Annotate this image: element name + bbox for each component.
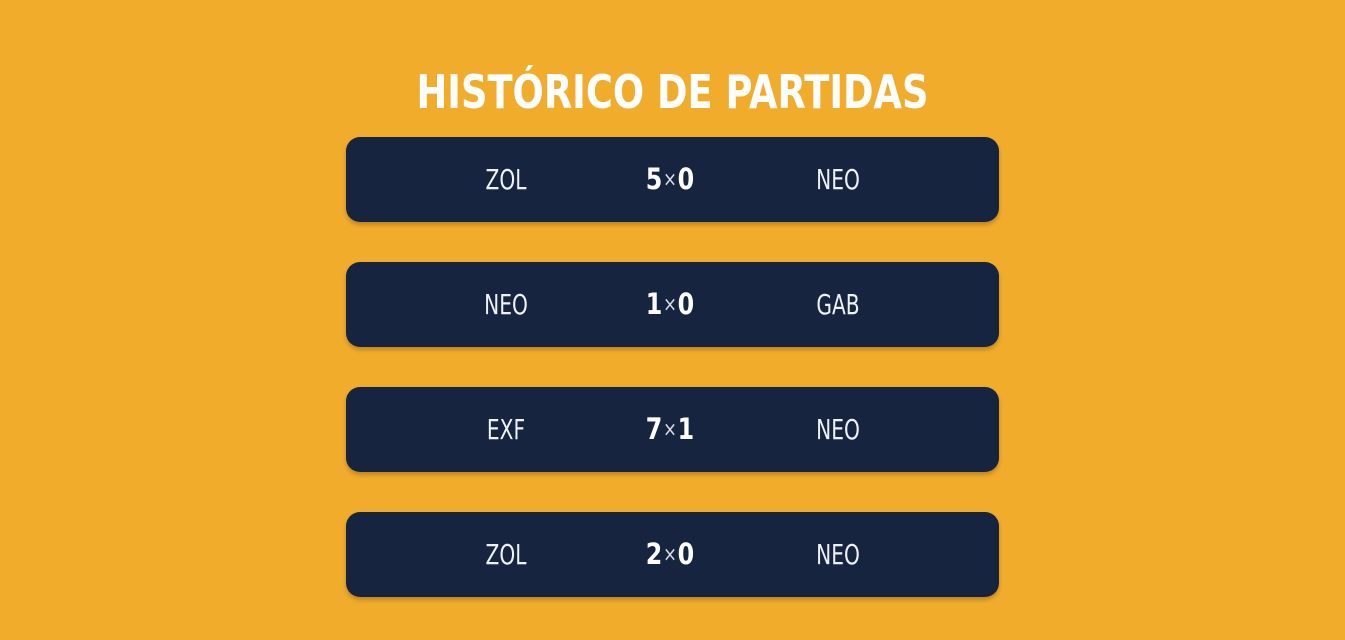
match-card[interactable]: NEO 1×0 GAB: [346, 262, 999, 347]
home-team: EXF: [486, 413, 526, 446]
match-list: ZOL 5×0 NEO NEO 1×0 GAB EXF 7×1 NEO ZOL …: [346, 137, 999, 637]
home-score: 1: [645, 287, 663, 321]
match-card[interactable]: ZOL 5×0 NEO: [346, 137, 999, 222]
match-card[interactable]: EXF 7×1 NEO: [346, 387, 999, 472]
score-separator: ×: [663, 542, 677, 566]
match-score: 7×1: [621, 387, 719, 472]
away-score: 0: [677, 287, 695, 321]
away-team: NEO: [816, 538, 860, 571]
home-score: 5: [645, 162, 663, 196]
match-score: 2×0: [621, 512, 719, 597]
home-score: 7: [645, 412, 663, 446]
away-team: NEO: [816, 413, 860, 446]
match-history-page: HISTÓRICO DE PARTIDAS ZOL 5×0 NEO NEO 1×…: [0, 0, 1345, 640]
match-card[interactable]: ZOL 2×0 NEO: [346, 512, 999, 597]
away-team: GAB: [816, 288, 860, 321]
home-team: ZOL: [485, 163, 527, 196]
away-team: NEO: [816, 163, 860, 196]
away-score: 0: [677, 162, 695, 196]
match-score: 5×0: [621, 137, 719, 222]
score-separator: ×: [663, 292, 677, 316]
home-score: 2: [645, 537, 663, 571]
away-score: 1: [677, 412, 695, 446]
away-score: 0: [677, 537, 695, 571]
match-score: 1×0: [621, 262, 719, 347]
score-separator: ×: [663, 417, 677, 441]
score-separator: ×: [663, 167, 677, 191]
home-team: NEO: [484, 288, 528, 321]
page-title: HISTÓRICO DE PARTIDAS: [416, 64, 929, 119]
home-team: ZOL: [485, 538, 527, 571]
